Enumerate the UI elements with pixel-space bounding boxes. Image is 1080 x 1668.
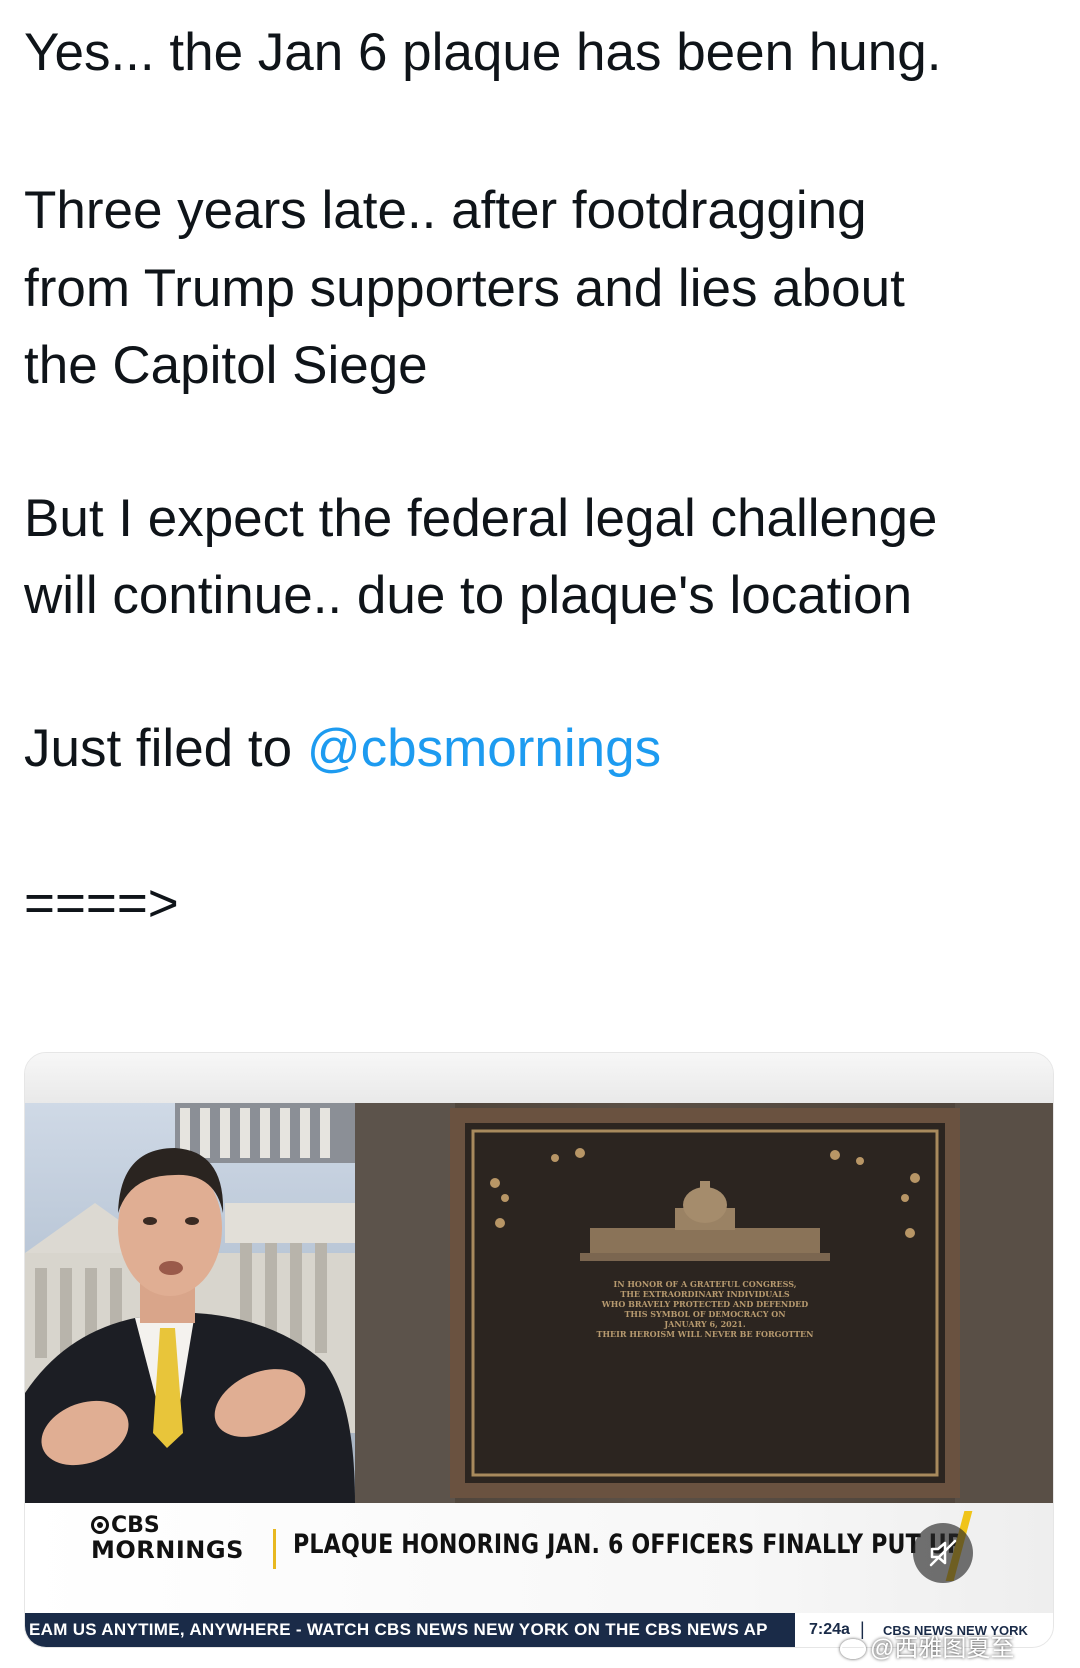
- plaque-line: JANUARY 6, 2021.: [664, 1319, 746, 1329]
- cbs-eye-icon: [91, 1516, 109, 1534]
- watermark-text: @西雅图夏至: [870, 1635, 1015, 1662]
- tweet-line: from Trump supporters and lies about: [24, 259, 905, 318]
- plaque-line: IN HONOR OF A GRATEFUL CONGRESS,: [613, 1279, 797, 1289]
- logo-line-1: CBS: [111, 1513, 160, 1538]
- mention-link[interactable]: @cbsmornings: [307, 719, 661, 778]
- lower-third-divider: [273, 1529, 276, 1569]
- tweet-line: Just filed to @cbsmornings: [24, 718, 661, 779]
- tweet-line: the Capitol Siege: [24, 336, 428, 395]
- tweet-line-prefix: Just filed to: [24, 719, 307, 778]
- ticker-band: EAM US ANYTIME, ANYWHERE - WATCH CBS NEW…: [25, 1613, 795, 1647]
- video-player[interactable]: IN HONOR OF A GRATEFUL CONGRESS, THE EXT…: [24, 1052, 1054, 1648]
- plaque-panel: IN HONOR OF A GRATEFUL CONGRESS, THE EXT…: [355, 1103, 1053, 1503]
- tweet-line: But I expect the federal legal challenge: [24, 489, 938, 548]
- tweet-line: Yes... the Jan 6 plaque has been hung.: [24, 23, 942, 82]
- tweet-line: will continue.. due to plaque's location: [24, 566, 913, 625]
- tweet-arrow: ====>: [24, 874, 179, 933]
- plaque-line: THEIR HEROISM WILL NEVER BE FORGOTTEN: [596, 1329, 814, 1339]
- plaque-line: THE EXTRAORDINARY INDIVIDUALS: [620, 1289, 790, 1299]
- ticker-text: EAM US ANYTIME, ANYWHERE - WATCH CBS NEW…: [29, 1620, 768, 1639]
- reporter-illustration: [25, 1103, 355, 1503]
- speaker-muted-icon: [929, 1539, 957, 1567]
- plaque-line: WHO BRAVELY PROTECTED AND DEFENDED: [601, 1299, 809, 1309]
- mute-button[interactable]: [913, 1523, 973, 1583]
- video-top-strip: [25, 1053, 1053, 1103]
- cbs-mornings-logo: CBS MORNINGS: [91, 1515, 244, 1563]
- plaque-inscription: IN HONOR OF A GRATEFUL CONGRESS, THE EXT…: [545, 1279, 865, 1339]
- watermark: @西雅图夏至: [840, 1628, 1014, 1663]
- plaque-line: THIS SYMBOL OF DEMOCRACY ON: [624, 1309, 786, 1319]
- lower-third: CBS MORNINGS PLAQUE HONORING JAN. 6 OFFI…: [25, 1503, 1053, 1613]
- reporter-panel: [25, 1103, 355, 1503]
- logo-line-2: MORNINGS: [91, 1536, 244, 1564]
- news-headline: PLAQUE HONORING JAN. 6 OFFICERS FINALLY …: [293, 1529, 964, 1560]
- tweet-line: Three years late.. after footdragging: [24, 181, 867, 240]
- weibo-icon: [840, 1639, 866, 1659]
